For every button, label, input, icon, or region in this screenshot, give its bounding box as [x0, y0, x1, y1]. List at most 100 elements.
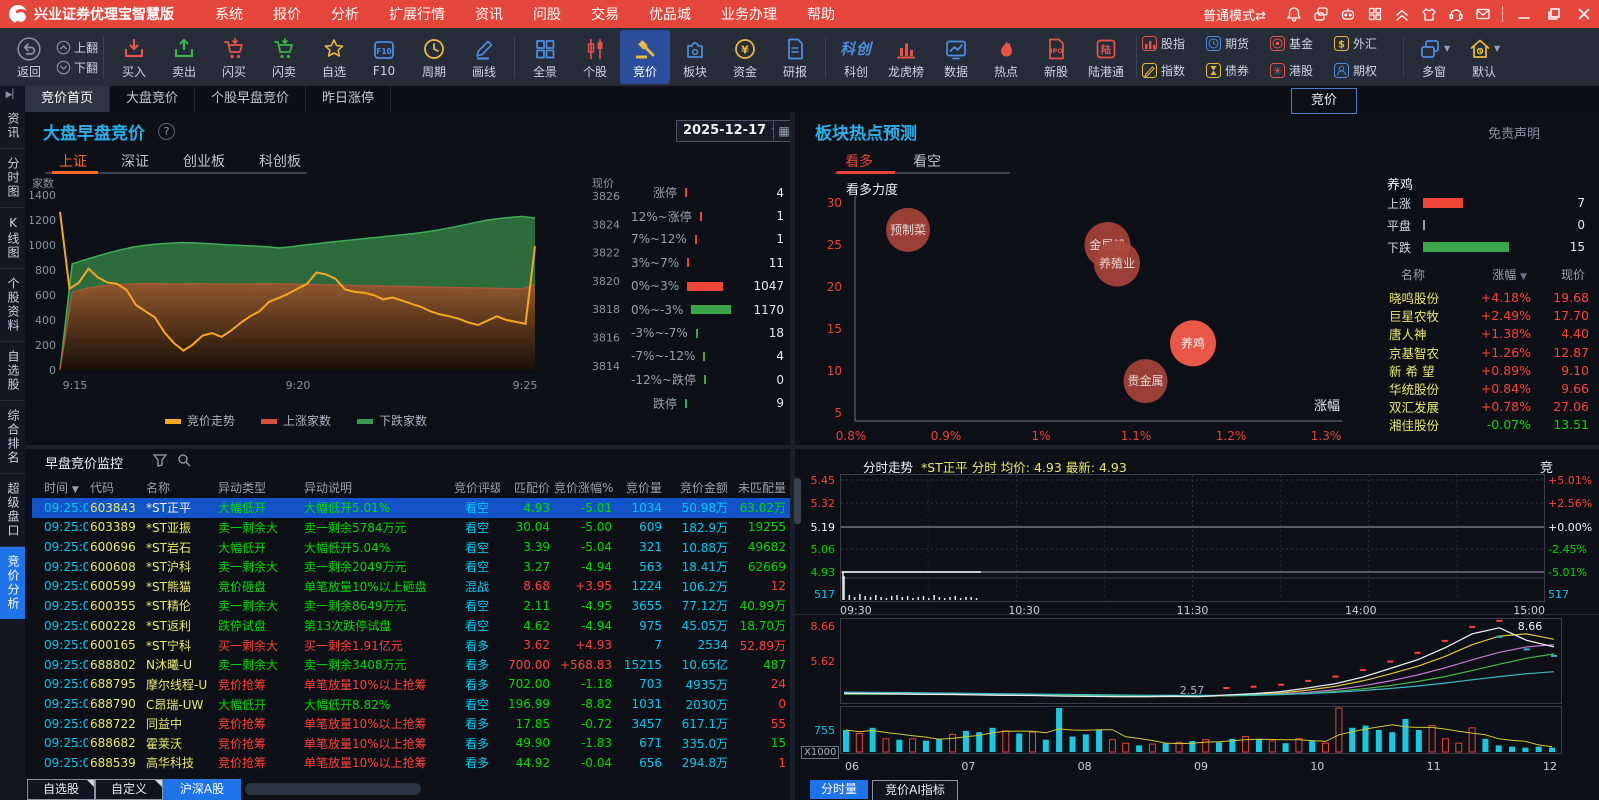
mini-item-指数[interactable]: 指数 [1142, 62, 1206, 79]
mini-item-港股[interactable]: ✳港股 [1270, 62, 1334, 79]
bottom-tab-自选股[interactable]: 自选股 [27, 779, 95, 800]
column-header[interactable]: 竞价金额 [666, 479, 732, 496]
bottom-tab-沪深A股[interactable]: 沪深A股 [163, 779, 241, 800]
mail-icon[interactable] [1469, 0, 1496, 28]
sector-row[interactable]: 双汇发展+0.78%27.06 [1389, 397, 1589, 415]
tab-个股早盘竞价[interactable]: 个股早盘竞价 [195, 86, 306, 112]
subtab-深证[interactable]: 深证 [121, 151, 149, 171]
collapse-icon[interactable] [1388, 0, 1415, 28]
sector-row[interactable]: 湘佳股份-0.07%13.51 [1389, 415, 1589, 433]
menu-item[interactable]: 系统 [200, 4, 258, 24]
page-down-button[interactable]: 下翻 [56, 57, 98, 77]
search-icon[interactable] [177, 453, 191, 470]
menu-item[interactable]: 资讯 [460, 4, 518, 24]
table-row[interactable]: 09:25:01688682霍莱沃竞价抢筹单笔放量10%以上抢筹看多49.90-… [32, 734, 790, 754]
toolbar-item-科创[interactable]: 科创科创 [831, 30, 881, 84]
menu-item[interactable]: 交易 [576, 4, 634, 24]
table-row[interactable]: 09:25:01600228*ST返利跌停试盘第13次跌停试盘看空4.62-4.… [32, 616, 790, 636]
toolbar-item-龙虎榜[interactable]: 龙虎榜 [881, 30, 931, 84]
hotspot-tab-看多[interactable]: 看多 [845, 151, 873, 171]
tab-昨日涨停[interactable]: 昨日涨停 [306, 86, 391, 112]
menu-item[interactable]: 扩展行情 [374, 4, 460, 24]
table-row[interactable]: 09:25:01688539高华科技竞价抢筹单笔放量10%以上抢筹看多44.92… [32, 753, 790, 773]
toolbar-item-板块[interactable]: 板块 [670, 30, 720, 84]
help-icon[interactable]: ? [158, 123, 175, 140]
subtab-上证[interactable]: 上证 [59, 151, 87, 171]
mini-item-外汇[interactable]: $外汇 [1334, 35, 1398, 52]
table-row[interactable]: 09:25:01600355*ST精伦卖一剩余大卖一剩余8649万元看空2.11… [32, 596, 790, 616]
table-row[interactable]: 09:25:01688790C昂瑞-UW大幅低开大幅低开8.82%看空196.9… [32, 694, 790, 714]
sidebar-item-超级盘口[interactable]: 超级盘口 [0, 474, 25, 547]
horizontal-scrollbar[interactable] [245, 783, 421, 795]
toolbar-item-闪卖[interactable]: 闪卖 [259, 30, 309, 84]
toolbar-item-画线[interactable]: 画线 [459, 30, 509, 84]
bottom-tab-竞价AI指标[interactable]: 竞价AI指标 [872, 780, 958, 800]
hotspot-tab-看空[interactable]: 看空 [913, 151, 941, 171]
subtab-创业板[interactable]: 创业板 [183, 151, 225, 171]
tab-大盘竞价[interactable]: 大盘竞价 [110, 86, 195, 112]
toolbar-item-买入[interactable]: 买入 [109, 30, 159, 84]
table-row[interactable]: 09:25:01688802N沐曦-U卖一剩余大卖一剩余3408万元看多700.… [32, 655, 790, 675]
sidebar-item-资讯[interactable]: 资讯 [0, 104, 25, 149]
toolbar-item-卖出[interactable]: 卖出 [159, 30, 209, 84]
sidebar-item-分时图[interactable]: 分时图 [0, 149, 25, 208]
menu-item[interactable]: 业务办理 [706, 4, 792, 24]
toolbar-item-新股[interactable]: IPO新股 [1031, 30, 1081, 84]
minimize-button[interactable] [1509, 0, 1539, 28]
bottom-tab-自定义[interactable]: 自定义 [95, 779, 163, 800]
mode-switch[interactable]: 普通模式⇄ [1203, 5, 1266, 24]
apps-icon[interactable] [1361, 0, 1388, 28]
toolbar-item-资金[interactable]: ¥资金 [720, 30, 770, 84]
mini-item-债券[interactable]: 债券 [1206, 62, 1270, 79]
subtab-科创板[interactable]: 科创板 [259, 151, 301, 171]
column-header[interactable]: 名称 [144, 479, 216, 496]
column-header[interactable]: 竞价量 [616, 479, 666, 496]
toolbar-item-F10[interactable]: F10F10 [359, 30, 409, 84]
mini-item-期权[interactable]: 期权 [1334, 62, 1398, 79]
column-header[interactable]: 异动说明 [302, 479, 454, 496]
toolbar-item-研报[interactable]: 研报 [770, 30, 820, 84]
assistant-icon[interactable] [1334, 0, 1361, 28]
sector-row[interactable]: 京基智农+1.26%12.87 [1389, 343, 1589, 361]
menu-item[interactable]: 优品城 [634, 4, 706, 24]
column-header[interactable]: 未匹配量 [732, 479, 790, 496]
table-row[interactable]: 09:25:01603843*ST正平大幅低开大幅低开5.01%看空4.93-5… [32, 498, 790, 518]
menu-item[interactable]: 帮助 [792, 4, 850, 24]
column-header[interactable]: 名称 [1389, 266, 1473, 283]
table-row[interactable]: 09:25:01600599*ST熊猫竞价砸盘单笔放量10%以上砸盘混战8.68… [32, 577, 790, 597]
windows-icon[interactable] [1307, 0, 1334, 28]
column-header[interactable]: 时间 ▼ [32, 479, 88, 496]
theme-icon[interactable] [1415, 0, 1442, 28]
menu-item[interactable]: 报价 [258, 4, 316, 24]
toolbar-item-默认[interactable]: ▼默认 [1459, 30, 1509, 84]
table-row[interactable]: 09:25:01600165*ST宁科买一剩余大买一剩余1.91亿元看多3.62… [32, 635, 790, 655]
column-header[interactable]: 异动类型 [216, 479, 302, 496]
menu-item[interactable]: 问股 [518, 4, 576, 24]
close-button[interactable] [1569, 0, 1599, 28]
table-row[interactable]: 09:25:01603389*ST亚振卖一剩余大卖一剩余5784万元看空30.0… [32, 518, 790, 538]
menu-item[interactable]: 分析 [316, 4, 374, 24]
column-header[interactable]: 匹配价 [500, 479, 554, 496]
toolbar-item-多窗[interactable]: ▼多窗 [1409, 30, 1459, 84]
mini-item-基金[interactable]: 基金 [1270, 35, 1334, 52]
date-select[interactable]: 2025-12-17▼ [676, 120, 785, 142]
column-header[interactable]: 现价 [1531, 266, 1589, 283]
toolbar-item-竞价[interactable]: 竞价 [620, 30, 670, 84]
toolbar-item-全景[interactable]: 全景 [520, 30, 570, 84]
table-row[interactable]: 09:25:01600608*ST沪科卖一剩余大卖一剩余2049万元看空3.27… [32, 557, 790, 577]
toolbar-item-数据[interactable]: 数据 [931, 30, 981, 84]
bell-icon[interactable] [1280, 0, 1307, 28]
tab-竞价首页[interactable]: 竞价首页 [25, 86, 110, 112]
sector-row[interactable]: 新 希 望+0.89%9.10 [1389, 361, 1589, 379]
table-row[interactable]: 09:25:01688722同益中竞价抢筹单笔放量10%以上抢筹看多17.85-… [32, 714, 790, 734]
toolbar-item-自选[interactable]: 自选 [309, 30, 359, 84]
column-header[interactable]: 代码 [88, 479, 144, 496]
vertical-scrollbar[interactable] [794, 478, 801, 524]
toolbar-item-热点[interactable]: 热点 [981, 30, 1031, 84]
sidebar-item-自选股[interactable]: 自选股 [0, 342, 25, 401]
mini-item-股指[interactable]: 股指 [1142, 35, 1206, 52]
restore-button[interactable] [1539, 0, 1569, 28]
sector-row[interactable]: 唐人神+1.38%4.40 [1389, 324, 1589, 342]
toolbar-item-陆港通[interactable]: 陆陆港通 [1081, 30, 1131, 84]
sidebar-item-综合排名[interactable]: 综合排名 [0, 401, 25, 474]
